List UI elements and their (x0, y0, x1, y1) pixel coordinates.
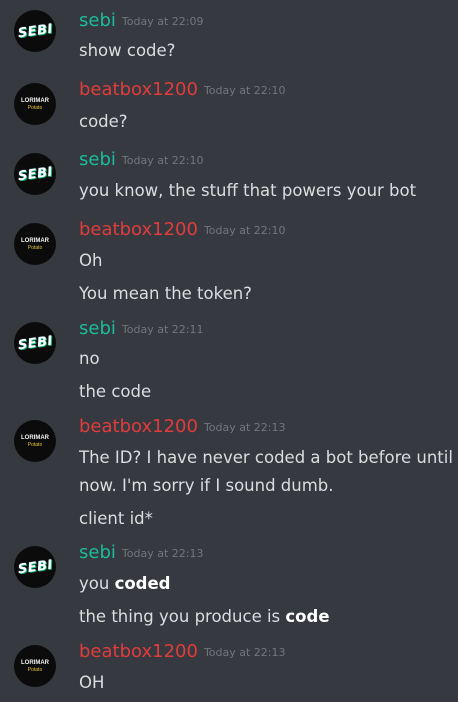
message-header: beatbox1200 Today at 22:13 (79, 642, 286, 662)
avatar[interactable]: SEBI (14, 153, 56, 195)
message-text: the code (79, 382, 152, 401)
username[interactable]: beatbox1200 (79, 416, 198, 437)
timestamp: Today at 22:13 (203, 646, 286, 659)
message-text: The ID? I have never coded a bot before … (79, 448, 453, 467)
timestamp: Today at 22:09 (121, 15, 204, 28)
message-text-bold: code (285, 607, 330, 626)
timestamp: Today at 22:13 (121, 547, 204, 560)
avatar[interactable]: LORIMAR Potato (14, 83, 56, 125)
avatar[interactable]: SEBI (14, 10, 56, 52)
sebi-avatar-logo: SEBI (16, 333, 54, 353)
message-text: the thing you produce is code (79, 606, 330, 628)
message-header: sebi Today at 22:09 (79, 11, 203, 31)
beatbox-avatar-logo-line2: Potato (27, 441, 43, 448)
beatbox-avatar-logo-line2: Potato (27, 666, 43, 673)
message-header: beatbox1200 Today at 22:10 (79, 220, 286, 240)
chat-message-list: SEBI sebi Today at 22:09 show code? LORIM… (0, 0, 458, 702)
beatbox-avatar-logo-line2: Potato (27, 104, 43, 111)
beatbox-avatar-logo-line1: LORIMAR (21, 237, 49, 244)
avatar[interactable]: LORIMAR Potato (14, 223, 56, 265)
message-header: sebi Today at 22:13 (79, 543, 203, 563)
message-text: client id* (79, 509, 153, 528)
message-text: You mean the token? (79, 284, 252, 303)
sebi-avatar-logo: SEBI (16, 21, 54, 41)
message-text: you coded (79, 573, 171, 595)
avatar[interactable]: LORIMAR Potato (14, 645, 56, 687)
timestamp: Today at 22:10 (121, 154, 204, 167)
sebi-avatar-logo: SEBI (16, 164, 54, 184)
username[interactable]: beatbox1200 (79, 641, 198, 662)
message-text-plain: you (79, 574, 115, 593)
beatbox-avatar-logo-line1: LORIMAR (21, 434, 49, 441)
avatar[interactable]: SEBI (14, 322, 56, 364)
avatar[interactable]: SEBI (14, 546, 56, 588)
message-text: Oh (79, 251, 103, 270)
beatbox-avatar-logo-line2: Potato (27, 244, 43, 251)
message-text: you know, the stuff that powers your bot (79, 181, 417, 200)
beatbox-avatar-logo-line1: LORIMAR (21, 97, 49, 104)
username[interactable]: sebi (79, 542, 116, 563)
username[interactable]: beatbox1200 (79, 79, 198, 100)
sebi-avatar-logo: SEBI (16, 557, 54, 577)
message-text: code? (79, 112, 128, 131)
username[interactable]: sebi (79, 318, 116, 339)
username[interactable]: sebi (79, 10, 116, 31)
timestamp: Today at 22:13 (203, 421, 286, 434)
avatar[interactable]: LORIMAR Potato (14, 420, 56, 462)
message-header: beatbox1200 Today at 22:10 (79, 80, 286, 100)
message-header: sebi Today at 22:10 (79, 150, 203, 170)
timestamp: Today at 22:10 (203, 84, 286, 97)
username[interactable]: beatbox1200 (79, 219, 198, 240)
message-text: OH (79, 673, 105, 692)
timestamp: Today at 22:11 (121, 323, 204, 336)
timestamp: Today at 22:10 (203, 224, 286, 237)
username[interactable]: sebi (79, 149, 116, 170)
message-text-plain: the thing you produce is (79, 607, 286, 626)
message-text: no (79, 349, 100, 368)
message-text: now. I'm sorry if I sound dumb. (79, 476, 334, 495)
beatbox-avatar-logo-line1: LORIMAR (21, 659, 49, 666)
message-header: beatbox1200 Today at 22:13 (79, 417, 286, 437)
message-text: show code? (79, 41, 176, 60)
message-text-bold: coded (114, 574, 171, 593)
message-header: sebi Today at 22:11 (79, 319, 203, 339)
